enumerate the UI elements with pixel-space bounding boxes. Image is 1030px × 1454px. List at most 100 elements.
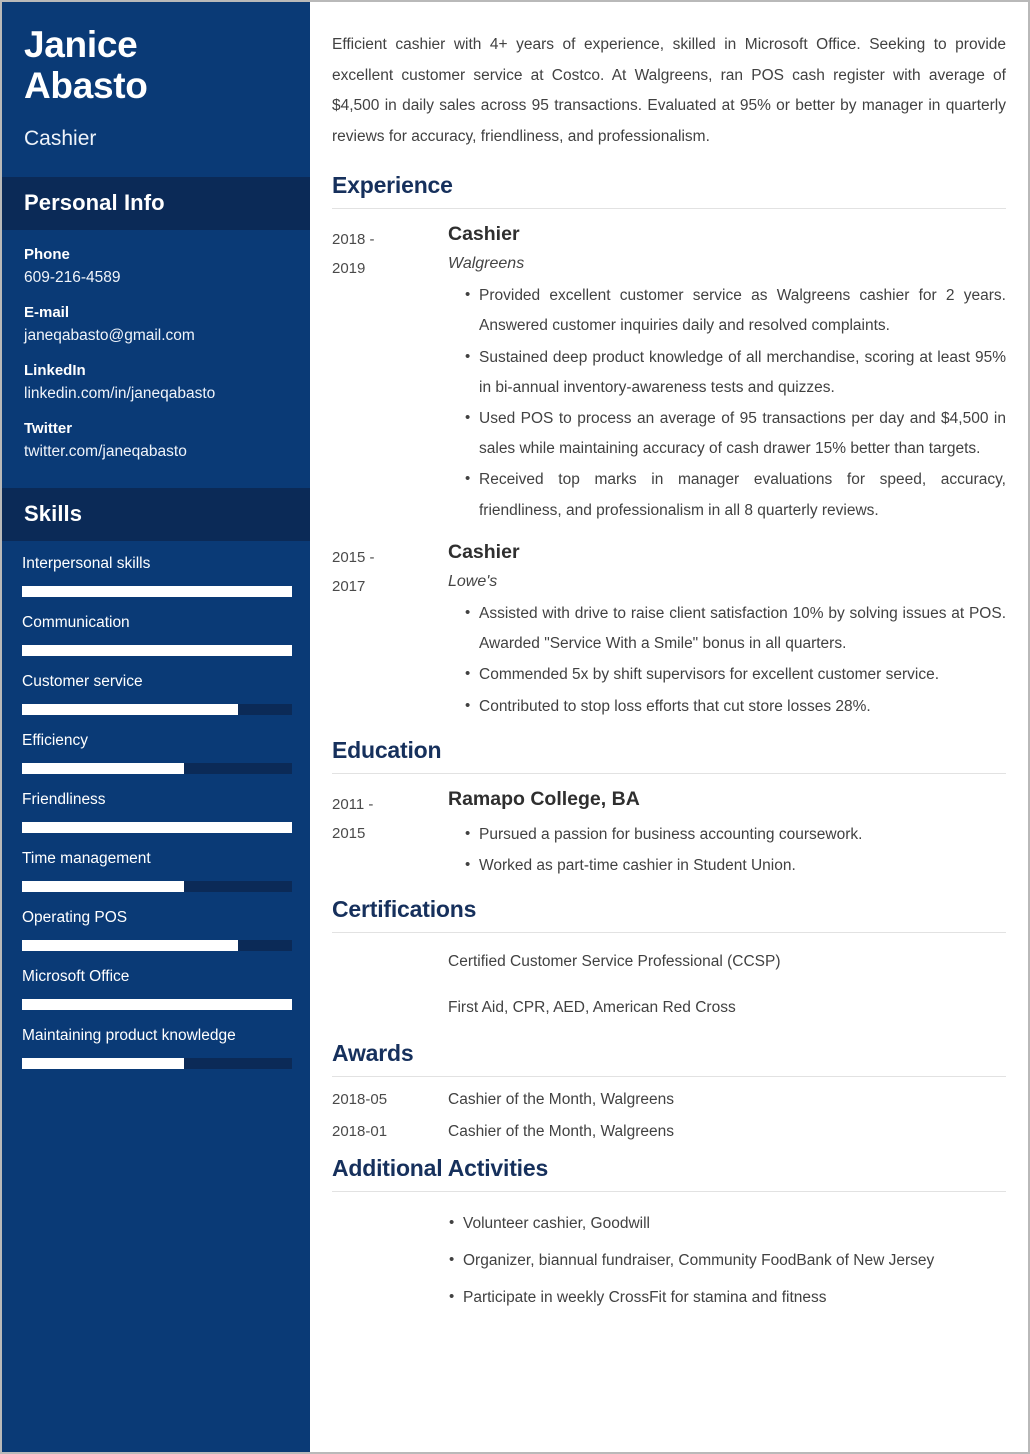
skill-item: Operating POS — [22, 908, 292, 951]
skill-level-fill — [22, 762, 184, 774]
skill-level-fill — [22, 821, 292, 833]
candidate-name: Janice Abasto — [24, 24, 288, 107]
skill-label: Interpersonal skills — [22, 554, 151, 572]
date-to: 2015 — [332, 825, 366, 842]
date-to: 2019 — [332, 260, 366, 278]
section-awards: Awards 2018-05 Cashier of the Month, Wal… — [332, 1040, 1006, 1141]
skill-item: Maintaining product knowledge — [22, 1026, 292, 1069]
skill-level-fill — [22, 880, 184, 892]
experience-entry-dates: 2018 - 2019 — [332, 223, 448, 284]
skill-label: Communication — [22, 613, 130, 631]
sidebar: Janice Abasto Cashier Personal Info Phon… — [2, 2, 310, 1452]
bullet-item: Assisted with drive to raise client sati… — [465, 598, 1006, 659]
experience-organization: Walgreens — [448, 255, 525, 273]
skill-level-track — [22, 1057, 292, 1069]
bullet-item: Pursued a passion for business accountin… — [465, 819, 1006, 850]
award-item: 2018-05 Cashier of the Month, Walgreens — [332, 1091, 1006, 1109]
skill-level-fill — [22, 1057, 184, 1069]
skill-item: Efficiency — [22, 731, 292, 774]
experience-entry: 2015 - 2017 Cashier Lowe's Assisted with… — [332, 541, 1006, 723]
section-divider — [332, 208, 1006, 210]
contact-item-phone: Phone 609-216-4589 — [24, 246, 288, 287]
skill-item: Interpersonal skills — [22, 554, 292, 597]
activities-bullets: Volunteer cashier, Goodwill Organizer, b… — [432, 1205, 1006, 1317]
certifications-list: Certified Customer Service Professional … — [332, 947, 1006, 1023]
experience-bullets: Assisted with drive to raise client sati… — [448, 598, 1006, 722]
skill-level-track — [22, 585, 292, 597]
section-experience: Experience 2018 - 2019 Cashier Walgreens… — [332, 172, 1006, 723]
bullet-item: Used POS to process an average of 95 tra… — [465, 403, 1006, 464]
education-bullets: Pursued a passion for business accountin… — [448, 819, 1006, 881]
skill-level-track — [22, 821, 292, 833]
contact-item-email: E-mail janeqabasto@gmail.com — [24, 304, 288, 345]
contact-value-phone[interactable]: 609-216-4589 — [24, 269, 288, 287]
skill-level-track — [22, 644, 292, 656]
contact-label: LinkedIn — [24, 361, 86, 379]
bullet-item: Provided excellent customer service as W… — [465, 280, 1006, 341]
certification-item: First Aid, CPR, AED, American Red Cross — [448, 999, 736, 1017]
skill-item: Microsoft Office — [22, 967, 292, 1010]
section-divider — [332, 932, 1006, 934]
candidate-last-name: Abasto — [24, 65, 148, 107]
additional-activities-list: Volunteer cashier, Goodwill Organizer, b… — [332, 1205, 1006, 1317]
education-entry-dates: 2011 - 2015 — [332, 788, 448, 849]
personal-info-list: Phone 609-216-4589 E-mail janeqabasto@gm… — [2, 230, 310, 488]
section-divider — [332, 1075, 1006, 1077]
skill-label: Operating POS — [22, 908, 128, 926]
education-school: Ramapo College, BA — [448, 787, 640, 810]
skill-item: Communication — [22, 613, 292, 656]
section-divider — [332, 772, 1006, 774]
date-to: 2017 — [332, 578, 366, 596]
education-heading: Education — [332, 736, 442, 763]
bullet-item: Participate in weekly CrossFit for stami… — [449, 1279, 1006, 1316]
experience-heading: Experience — [332, 172, 453, 199]
skill-level-fill — [22, 703, 238, 715]
section-divider — [332, 1190, 1006, 1192]
section-additional-activities: Additional Activities Volunteer cashier,… — [332, 1155, 1006, 1317]
date-from: 2015 - — [332, 548, 375, 566]
bullet-item: Volunteer cashier, Goodwill — [449, 1205, 1006, 1242]
bullet-item: Organizer, biannual fundraiser, Communit… — [449, 1242, 1006, 1279]
contact-label: Phone — [24, 245, 70, 263]
skill-level-fill — [22, 585, 292, 597]
skill-level-track — [22, 762, 292, 774]
additional-activities-heading: Additional Activities — [332, 1154, 549, 1181]
skill-level-track — [22, 703, 292, 715]
skill-label: Friendliness — [22, 790, 106, 808]
contact-value-email[interactable]: janeqabasto@gmail.com — [24, 327, 288, 345]
skill-label: Maintaining product knowledge — [22, 1026, 236, 1044]
award-date: 2018-01 — [332, 1122, 388, 1140]
skill-label: Efficiency — [22, 731, 89, 749]
contact-label: Twitter — [24, 419, 73, 437]
contact-value-twitter[interactable]: twitter.com/janeqabasto — [24, 443, 288, 461]
skill-level-track — [22, 939, 292, 951]
skill-item: Customer service — [22, 673, 292, 715]
bullet-item: Commended 5x by shift supervisors for ex… — [465, 659, 1006, 690]
skills-section-header: Skills — [2, 487, 310, 541]
main-content: Efficient cashier with 4+ years of exper… — [310, 2, 1028, 1452]
experience-bullets: Provided excellent customer service as W… — [448, 280, 1006, 526]
skill-level-fill — [22, 939, 238, 951]
experience-entry-body: Cashier Lowe's Assisted with drive to ra… — [448, 541, 1006, 723]
skills-list: Interpersonal skills Communication Custo… — [2, 541, 310, 1102]
section-education: Education 2011 - 2015 Ramapo College, BA… — [332, 737, 1006, 882]
skill-label: Microsoft Office — [22, 967, 130, 985]
contact-item-twitter: Twitter twitter.com/janeqabasto — [24, 420, 288, 461]
experience-entry: 2018 - 2019 Cashier Walgreens Provided e… — [332, 223, 1006, 527]
date-from: 2011 - — [332, 795, 374, 813]
education-entry-body: Ramapo College, BA Pursued a passion for… — [448, 788, 1006, 882]
bullet-item: Contributed to stop loss efforts that cu… — [465, 691, 1006, 722]
experience-organization: Lowe's — [448, 572, 498, 590]
awards-heading: Awards — [332, 1039, 414, 1066]
certification-item: Certified Customer Service Professional … — [448, 953, 781, 971]
education-entry: 2011 - 2015 Ramapo College, BA Pursued a… — [332, 788, 1006, 882]
bullet-item: Worked as part-time cashier in Student U… — [465, 850, 1006, 881]
experience-entry-body: Cashier Walgreens Provided excellent cus… — [448, 223, 1006, 527]
contact-label: E-mail — [24, 303, 70, 321]
professional-summary: Efficient cashier with 4+ years of exper… — [332, 36, 1006, 145]
contact-value-linkedin[interactable]: linkedin.com/in/janeqabasto — [24, 385, 288, 403]
personal-info-section-header: Personal Info — [2, 176, 310, 230]
contact-item-linkedin: LinkedIn linkedin.com/in/janeqabasto — [24, 362, 288, 403]
award-text: Cashier of the Month, Walgreens — [448, 1122, 675, 1140]
bullet-item: Sustained deep product knowledge of all … — [465, 342, 1006, 403]
